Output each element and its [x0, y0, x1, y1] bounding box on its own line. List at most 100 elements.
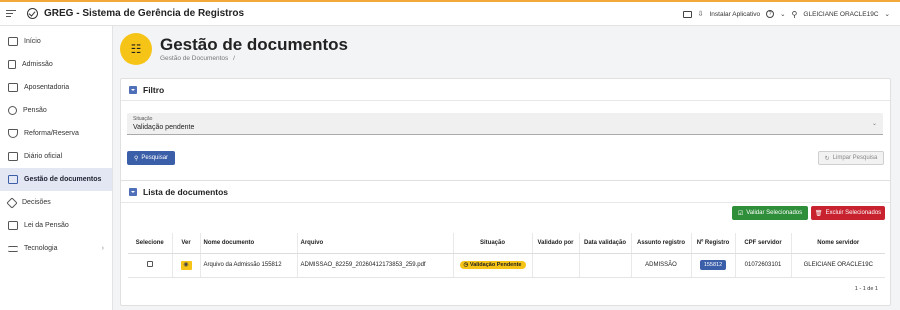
top-right-actions: ⇩ Instalar Aplicativo ? ⌄ ⚲ GLEICIANE OR… — [682, 2, 890, 26]
top-bar: GREG - Sistema de Gerência de Registros … — [0, 0, 900, 26]
user-name[interactable]: GLEICIANE ORACLE19C — [803, 11, 878, 18]
cell-nome-documento: Arquivo da Admissão 155812 — [199, 253, 297, 278]
user-icon: ⚲ — [791, 9, 798, 19]
sidebar-item-label: Gestão de documentos — [24, 176, 102, 183]
sidebar-item-tecnologia[interactable]: Tecnologia › — [0, 237, 112, 260]
sidebar-item-label: Admissão — [22, 61, 53, 68]
card-icon — [8, 83, 18, 92]
sliders-icon — [8, 245, 18, 252]
sidebar-item-inicio[interactable]: Início — [0, 30, 112, 53]
filter-header[interactable]: Filtro — [121, 79, 890, 101]
col-header-n-registro[interactable]: Nº Registro — [690, 233, 735, 254]
search-icon: ⚲ — [133, 155, 139, 162]
col-header-cpf-servidor[interactable]: CPF servidor — [734, 233, 791, 254]
help-icon[interactable]: ? — [766, 10, 775, 18]
situacao-label: Situação — [133, 116, 153, 122]
cell-validado-por — [531, 253, 579, 278]
sidebar-item-label: Pensão — [23, 107, 47, 114]
sidebar-item-diario[interactable]: Diário oficial — [0, 145, 112, 168]
sidebar: Início Admissão Aposentadoria Pensão Ref… — [0, 26, 113, 310]
sidebar-item-decisoes[interactable]: Decisões — [0, 191, 112, 214]
hamburger-icon[interactable] — [6, 9, 16, 19]
list-header[interactable]: Lista de documentos — [121, 181, 890, 203]
chevron-right-icon: › — [101, 245, 104, 252]
refresh-icon: ↻ — [824, 155, 830, 162]
filter-title: Filtro — [143, 84, 165, 95]
validate-selected-label: Validar Selecionados — [746, 210, 803, 216]
sidebar-item-label: Início — [24, 38, 41, 45]
breadcrumb: Gestão de Documentos / — [160, 55, 348, 62]
col-header-situacao[interactable]: Situação — [452, 233, 532, 254]
sidebar-item-label: Aposentadoria — [24, 84, 70, 91]
list-title: Lista de documentos — [143, 186, 229, 197]
delete-selected-button[interactable]: 🗑 Excluir Selecionados — [811, 206, 885, 220]
sidebar-item-admissao[interactable]: Admissão — [0, 53, 112, 76]
cell-nome-servidor: GLEICIANE ORACLE19C — [790, 253, 885, 278]
situacao-select[interactable]: Situação Validação pendente ⌄ — [127, 113, 883, 135]
documents-icon — [8, 175, 18, 184]
situacao-value: Validação pendente — [133, 124, 195, 131]
sidebar-item-pensao[interactable]: Pensão — [0, 99, 112, 122]
clear-search-button[interactable]: ↻ Limpar Pesquisa — [818, 151, 884, 165]
shield-icon — [8, 129, 18, 138]
newspaper-icon — [8, 152, 18, 161]
sidebar-item-label: Reforma/Reserva — [24, 130, 79, 137]
sidebar-item-label: Tecnologia — [24, 245, 58, 252]
collapse-toggle-icon[interactable] — [129, 85, 137, 94]
dollar-icon — [8, 106, 17, 115]
app-title: GREG - Sistema de Gerência de Registros — [44, 8, 245, 19]
validate-icon: ☑ — [737, 210, 744, 217]
page-header: ☷ Gestão de documentos Gestão de Documen… — [120, 32, 348, 66]
clipboard-icon — [8, 60, 16, 69]
breadcrumb-separator: / — [233, 55, 235, 62]
sidebar-item-lei[interactable]: Lei da Pensão — [0, 214, 112, 237]
clear-search-label: Limpar Pesquisa — [832, 155, 878, 161]
search-button-label: Pesquisar — [141, 155, 169, 161]
cell-cpf-servidor: 01072603101 — [734, 253, 791, 278]
col-header-data-validacao[interactable]: Data validação — [578, 233, 631, 254]
registro-badge[interactable]: 155812 — [699, 260, 727, 270]
gavel-icon — [6, 196, 18, 209]
col-header-nome-documento[interactable]: Nome documento — [199, 233, 297, 254]
collapse-toggle-icon[interactable] — [129, 187, 137, 196]
monitor-icon — [8, 37, 18, 46]
delete-selected-label: Excluir Selecionados — [825, 210, 882, 216]
sidebar-item-gestao[interactable]: Gestão de documentos — [0, 168, 112, 191]
col-header-assunto-registro[interactable]: Assunto registro — [630, 233, 691, 254]
page-title: Gestão de documentos — [160, 35, 348, 54]
trash-icon: 🗑 — [814, 210, 823, 217]
install-app-link[interactable]: Instalar Aplicativo — [710, 11, 761, 18]
status-badge: ◷ Validação Pendente — [459, 261, 526, 269]
cell-assunto-registro: ADMISSÃO — [630, 253, 691, 278]
col-header-validado-por[interactable]: Validado por — [531, 233, 579, 254]
col-header-ver[interactable]: Ver — [171, 233, 200, 254]
status-badge-label: Validação Pendente — [469, 262, 522, 268]
row-checkbox[interactable] — [146, 261, 153, 267]
table-row: ◉ Arquivo da Admissão 155812 ADMISSAO_82… — [128, 253, 885, 278]
window-icon[interactable] — [682, 10, 692, 18]
book-icon — [8, 221, 18, 230]
eye-icon[interactable]: ◉ — [180, 260, 192, 270]
table-header-row: Selecione Ver Nome documento Arquivo Sit… — [128, 233, 885, 254]
sidebar-item-label: Diário oficial — [24, 153, 63, 160]
chevron-down-icon[interactable]: ⌄ — [780, 10, 785, 18]
pagination-info: 1 - 1 de 1 — [854, 286, 878, 292]
sidebar-item-reforma[interactable]: Reforma/Reserva — [0, 122, 112, 145]
install-icon[interactable]: ⇩ — [698, 10, 704, 18]
chevron-down-icon[interactable]: ⌄ — [885, 10, 890, 18]
cell-arquivo: ADMISSAO_82259_20260412173853_259.pdf — [296, 253, 453, 278]
search-button[interactable]: ⚲ Pesquisar — [127, 151, 175, 165]
col-header-selecione[interactable]: Selecione — [128, 233, 172, 254]
breadcrumb-item[interactable]: Gestão de Documentos — [160, 55, 228, 62]
col-header-nome-servidor[interactable]: Nome servidor — [790, 233, 885, 254]
sidebar-item-label: Lei da Pensão — [24, 222, 69, 229]
validate-selected-button[interactable]: ☑ Validar Selecionados — [732, 206, 808, 220]
sidebar-item-aposentadoria[interactable]: Aposentadoria — [0, 76, 112, 99]
check-circle-icon — [27, 8, 38, 19]
documents-icon: ☷ — [120, 33, 152, 65]
chevron-down-icon: ⌄ — [871, 121, 877, 127]
cell-data-validacao — [578, 253, 631, 278]
col-header-arquivo[interactable]: Arquivo — [296, 233, 453, 254]
sidebar-item-label: Decisões — [22, 199, 51, 206]
documents-table: Selecione Ver Nome documento Arquivo Sit… — [128, 233, 885, 278]
